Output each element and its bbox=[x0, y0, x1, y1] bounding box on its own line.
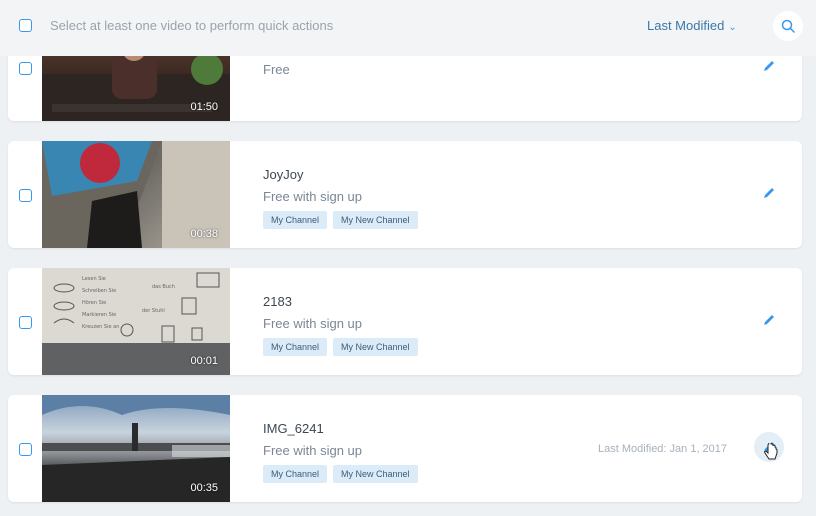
video-select-checkbox[interactable] bbox=[19, 443, 32, 456]
pencil-icon bbox=[764, 315, 774, 325]
video-title[interactable]: IMG_6241 bbox=[263, 421, 324, 436]
pencil-icon bbox=[764, 188, 774, 198]
sort-dropdown[interactable]: Last Modified ⌄ bbox=[647, 18, 737, 33]
video-select-checkbox[interactable] bbox=[19, 189, 32, 202]
edit-button[interactable] bbox=[757, 54, 781, 78]
select-all-checkbox[interactable] bbox=[19, 19, 32, 32]
video-thumbnail[interactable]: 00:38 bbox=[42, 141, 230, 248]
video-card[interactable]: 00:35 IMG_6241 Free with sign up My Chan… bbox=[8, 395, 802, 502]
quick-actions-toolbar: Select at least one video to perform qui… bbox=[0, 0, 816, 56]
channel-tag[interactable]: My Channel bbox=[263, 211, 328, 229]
sort-label: Last Modified bbox=[647, 18, 725, 33]
video-title[interactable]: JoyJoy bbox=[263, 167, 303, 182]
video-thumbnail[interactable]: Lesen Sie Schreiben Sie Hören Sie Markie… bbox=[42, 268, 230, 375]
video-duration: 00:38 bbox=[190, 228, 218, 240]
video-card[interactable]: 00:38 JoyJoy Free with sign up My Channe… bbox=[8, 141, 802, 248]
channel-tag[interactable]: My Channel bbox=[263, 338, 328, 356]
video-pricing: Free bbox=[263, 62, 290, 77]
video-pricing: Free with sign up bbox=[263, 316, 362, 331]
edit-button[interactable] bbox=[757, 181, 781, 205]
search-button[interactable] bbox=[773, 11, 803, 41]
svg-text:Hören Sie: Hören Sie bbox=[82, 300, 106, 306]
svg-text:Lesen Sie: Lesen Sie bbox=[82, 276, 106, 282]
channel-tags: My Channel My New Channel bbox=[263, 211, 418, 229]
video-pricing: Free with sign up bbox=[263, 443, 362, 458]
channel-tag[interactable]: My New Channel bbox=[333, 211, 418, 229]
svg-text:Kreuzen Sie an: Kreuzen Sie an bbox=[82, 324, 119, 330]
channel-tag[interactable]: My New Channel bbox=[333, 465, 418, 483]
video-duration: 01:50 bbox=[190, 101, 218, 113]
video-thumbnail[interactable]: 00:35 bbox=[42, 395, 230, 502]
video-duration: 00:35 bbox=[190, 482, 218, 494]
channel-tag[interactable]: My Channel bbox=[263, 465, 328, 483]
video-title[interactable]: 2183 bbox=[263, 294, 292, 309]
svg-text:das Buch: das Buch bbox=[152, 284, 175, 290]
channel-tags: My Channel My New Channel bbox=[263, 338, 418, 356]
video-select-checkbox[interactable] bbox=[19, 316, 32, 329]
video-pricing: Free with sign up bbox=[263, 189, 362, 204]
svg-text:Markieren Sie: Markieren Sie bbox=[82, 312, 116, 318]
channel-tag[interactable]: My New Channel bbox=[333, 338, 418, 356]
hand-cursor-icon bbox=[764, 443, 778, 460]
pencil-icon bbox=[764, 61, 774, 71]
channel-tags: My Channel My New Channel bbox=[263, 465, 418, 483]
video-select-checkbox[interactable] bbox=[19, 62, 32, 75]
edit-button[interactable] bbox=[757, 308, 781, 332]
svg-text:der Stuhl: der Stuhl bbox=[142, 308, 165, 314]
video-duration: 00:01 bbox=[190, 355, 218, 367]
video-card[interactable]: Lesen Sie Schreiben Sie Hören Sie Markie… bbox=[8, 268, 802, 375]
last-modified-date: Last Modified: Jan 1, 2017 bbox=[598, 443, 728, 455]
svg-text:Schreiben Sie: Schreiben Sie bbox=[82, 288, 116, 294]
chevron-down-icon: ⌄ bbox=[728, 22, 737, 33]
select-hint: Select at least one video to perform qui… bbox=[50, 18, 334, 33]
search-icon bbox=[781, 19, 795, 33]
